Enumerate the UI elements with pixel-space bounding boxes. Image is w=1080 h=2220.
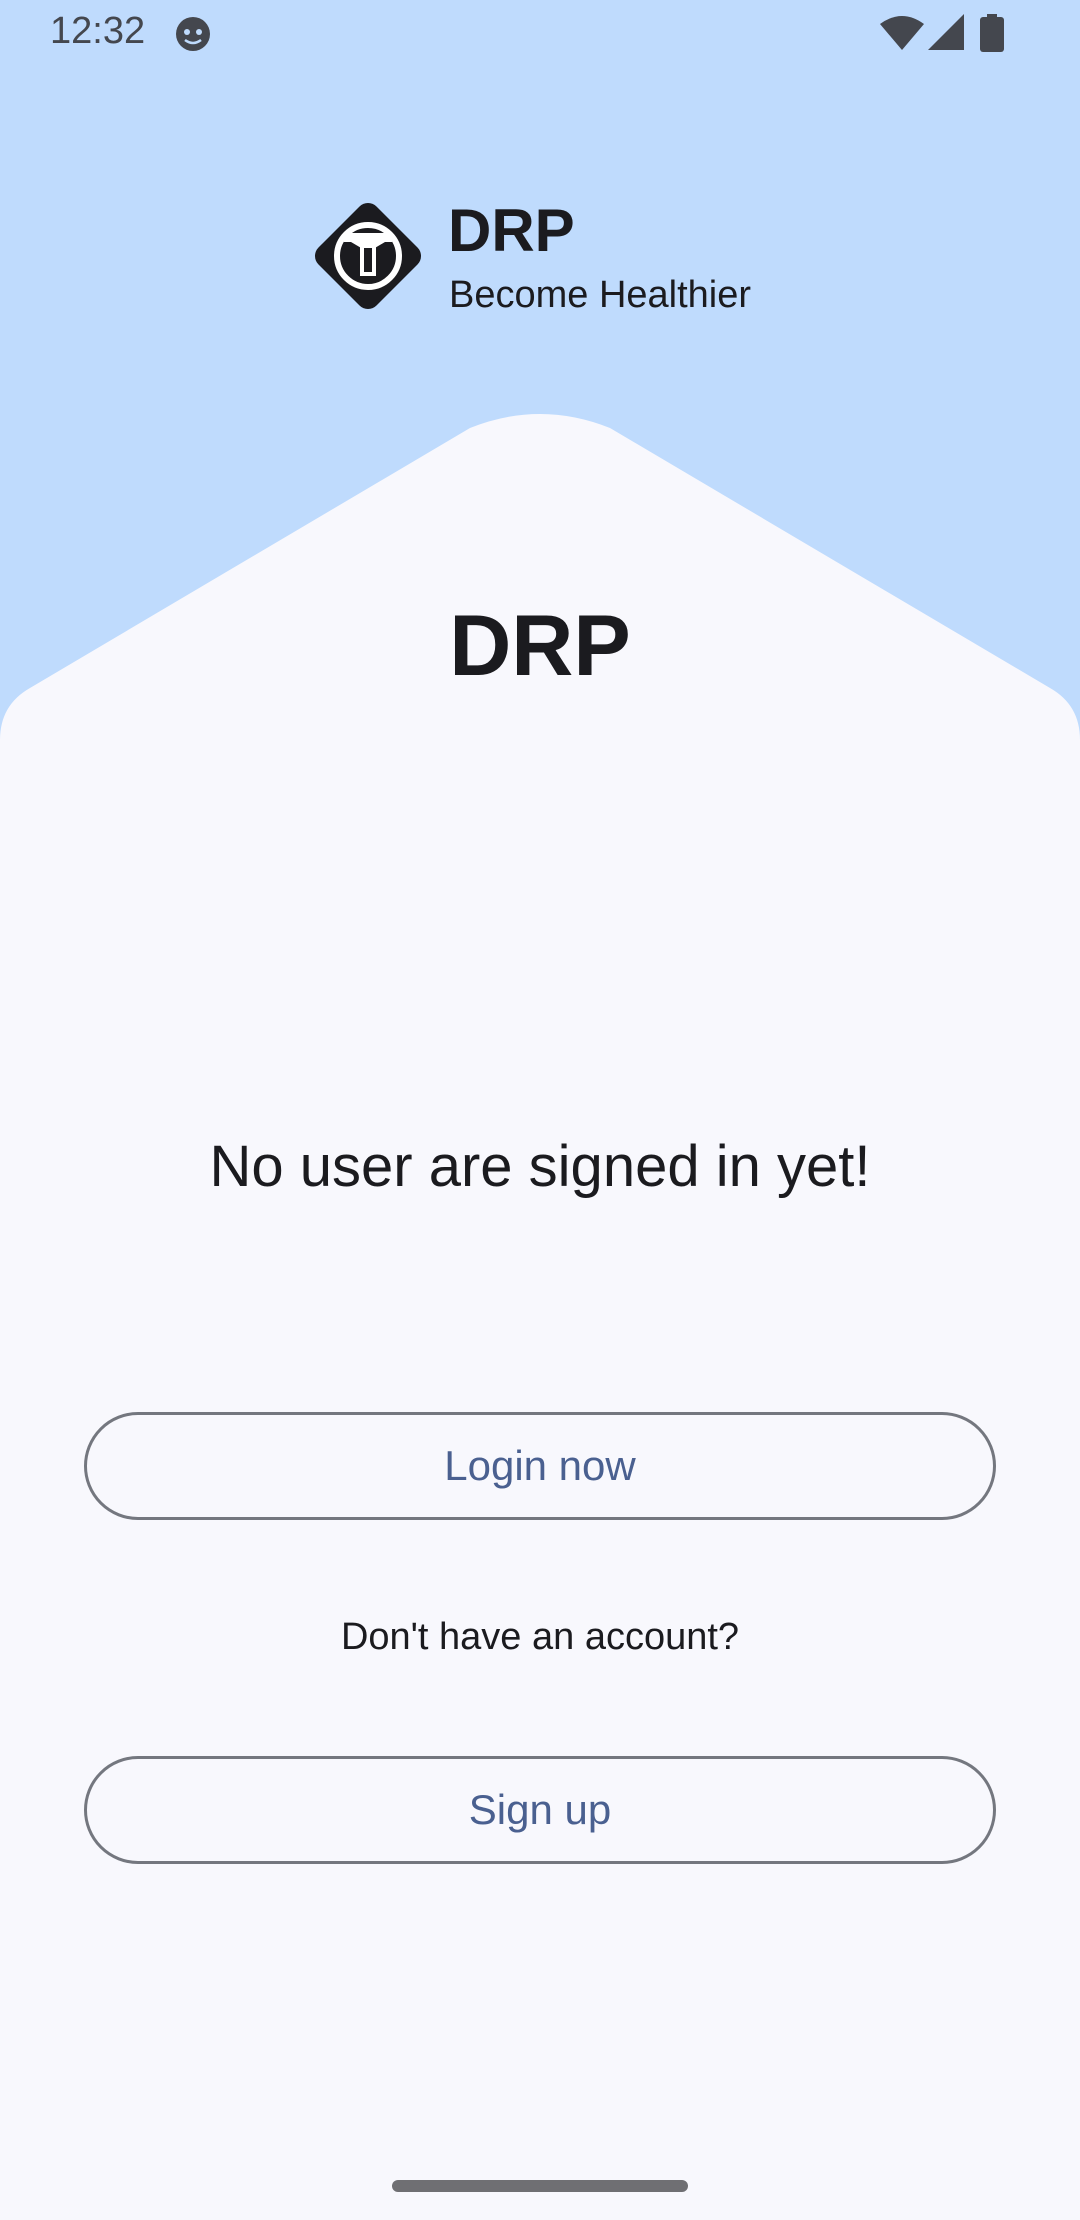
brand-name: DRP [448, 197, 575, 264]
empty-state-message: No user are signed in yet! [209, 1134, 871, 1199]
no-account-prompt: Don't have an account? [340, 1616, 740, 1658]
status-bar: 12:32 [0, 0, 1080, 68]
page-title: DRP [449, 598, 631, 694]
login-button[interactable]: Login now [84, 1412, 996, 1520]
status-time: 12:32 [50, 10, 146, 52]
cell-signal-icon [928, 14, 964, 50]
brand-tagline: Become Healthier [449, 274, 752, 316]
app-notification-icon [176, 17, 210, 51]
signup-button[interactable]: Sign up [84, 1756, 996, 1864]
wifi-icon [880, 16, 924, 50]
battery-icon [980, 14, 1004, 52]
drp-diamond-logo-icon [314, 202, 422, 310]
home-indicator[interactable] [392, 2180, 688, 2192]
